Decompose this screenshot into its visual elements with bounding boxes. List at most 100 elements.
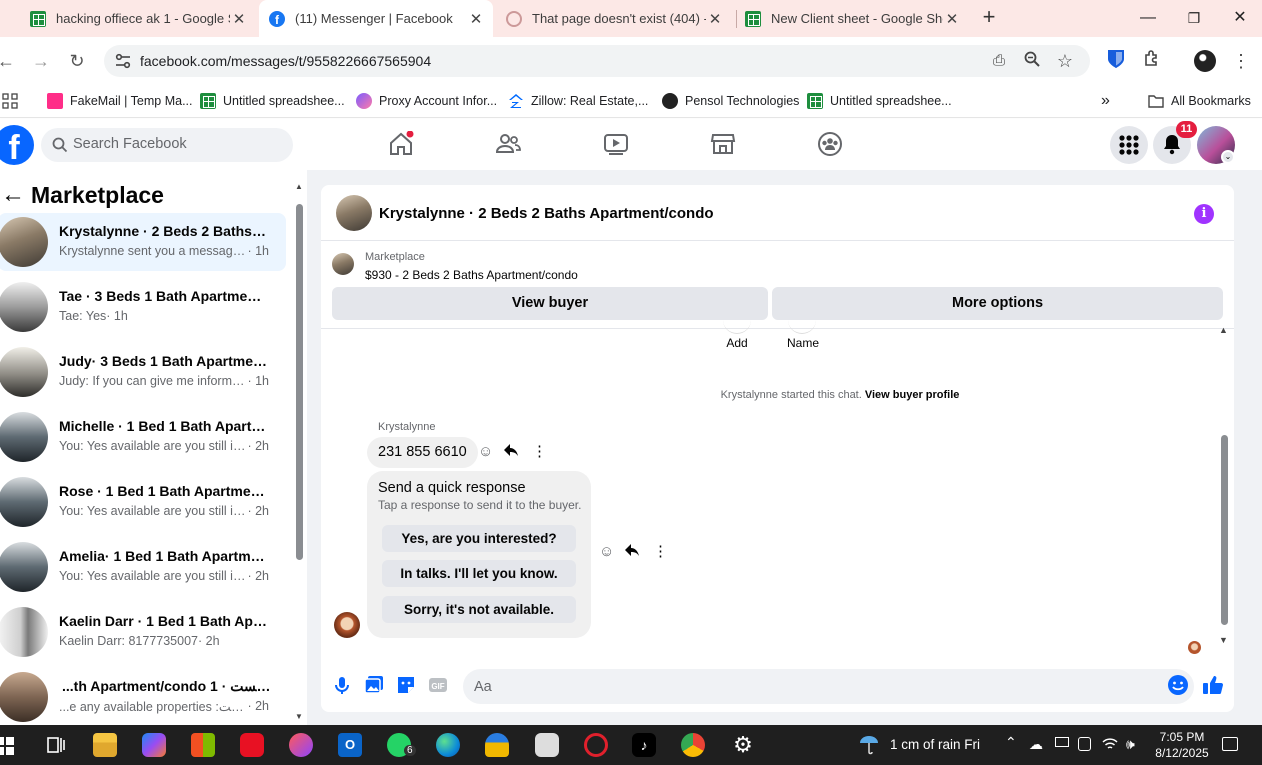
address-bar[interactable]: facebook.com/messages/t/9558226667565904…: [104, 45, 1090, 77]
listing-title[interactable]: $930 - 2 Beds 2 Baths Apartment/condo: [365, 268, 578, 282]
minimize-button[interactable]: —: [1136, 6, 1160, 30]
view-buyer-button[interactable]: View buyer: [332, 287, 768, 320]
device-icon[interactable]: [1078, 737, 1091, 751]
extensions-icon[interactable]: [1140, 49, 1164, 73]
close-tab-icon[interactable]: ✕: [230, 10, 248, 28]
react-icon[interactable]: ☺: [478, 443, 493, 460]
quick-response-button[interactable]: Sorry, it's not available.: [382, 596, 576, 623]
scroll-up-icon[interactable]: ▲: [1219, 325, 1228, 335]
sender-avatar[interactable]: [334, 612, 360, 638]
copilot-icon[interactable]: [142, 733, 166, 757]
scroll-down-icon[interactable]: ▼: [1219, 635, 1228, 645]
conversation-item[interactable]: Michelle · 1 Bed 1 Bath Apartment/condo …: [0, 408, 286, 466]
close-tab-icon[interactable]: ✕: [467, 10, 485, 28]
chat-avatar[interactable]: [336, 195, 372, 231]
notification-center-icon[interactable]: [1222, 737, 1238, 751]
windows-start-icon[interactable]: [0, 737, 14, 755]
monitor-icon[interactable]: [1055, 737, 1069, 747]
sidebar-scrollbar[interactable]: ▲ ▼: [294, 182, 304, 724]
close-tab-icon[interactable]: ✕: [943, 10, 961, 28]
conversation-item[interactable]: Amelia· 1 Bed 1 Bath Apartment/condo You…: [0, 538, 286, 596]
more-actions-icon[interactable]: ⋮: [653, 542, 668, 560]
search-input[interactable]: [73, 136, 273, 152]
conversation-item[interactable]: ...th Apartment/condo 1 · سيليست ...e an…: [0, 668, 286, 726]
chrome-icon[interactable]: [681, 733, 705, 757]
scroll-down-icon[interactable]: ▼: [295, 712, 303, 721]
message-input[interactable]: [463, 669, 1194, 704]
file-explorer-icon[interactable]: [93, 733, 117, 757]
profile-avatar[interactable]: [1193, 49, 1217, 73]
apps-icon[interactable]: [2, 90, 18, 112]
settings-icon[interactable]: ⚙: [731, 733, 755, 757]
opera-icon[interactable]: [584, 733, 608, 757]
info-icon[interactable]: i: [1194, 204, 1214, 224]
scrollbar-thumb[interactable]: [296, 204, 303, 560]
tiktok-icon[interactable]: ♪: [632, 733, 656, 757]
more-options-button[interactable]: More options: [772, 287, 1223, 320]
forward-button[interactable]: →: [29, 49, 53, 73]
view-buyer-profile-link[interactable]: View buyer profile: [865, 389, 960, 401]
listing-thumbnail[interactable]: [332, 253, 354, 275]
more-bookmarks-icon[interactable]: »: [1101, 90, 1110, 112]
chrome-menu-icon[interactable]: ⋮: [1229, 49, 1253, 73]
bookmark-star-icon[interactable]: ☆: [1055, 51, 1075, 71]
marketplace-icon[interactable]: [710, 131, 736, 157]
video-icon[interactable]: [603, 131, 629, 157]
react-icon[interactable]: ☺: [599, 543, 614, 560]
chevron-up-icon[interactable]: ⌃: [1005, 734, 1017, 751]
conversation-item[interactable]: Krystalynne · 2 Beds 2 Baths Apartment/c…: [0, 213, 286, 271]
volume-icon[interactable]: 🕪: [1126, 736, 1135, 753]
add-action-label[interactable]: Add: [721, 336, 753, 350]
account-avatar[interactable]: ⌄: [1197, 126, 1235, 164]
bookmark-untitled-spreadsheet-1[interactable]: Untitled spreadshee...: [200, 90, 345, 112]
reload-button[interactable]: ↻: [65, 49, 89, 73]
photo-icon[interactable]: [363, 674, 385, 696]
chat-title[interactable]: Krystalynne · 2 Beds 2 Baths Apartment/c…: [379, 205, 714, 222]
name-action-label[interactable]: Name: [783, 336, 823, 350]
app-icon[interactable]: [289, 733, 313, 757]
menu-button[interactable]: [1110, 126, 1148, 164]
more-actions-icon[interactable]: ⋮: [532, 442, 547, 460]
tab-hacking-office[interactable]: hacking offiece ak 1 - Google Sh ✕: [20, 0, 258, 37]
bookmark-pensol[interactable]: Pensol Technologies: [662, 90, 799, 112]
sticker-icon[interactable]: [395, 674, 417, 696]
weather-text[interactable]: 1 cm of rain Fri: [890, 737, 980, 752]
task-view-icon[interactable]: [44, 733, 68, 757]
cloud-icon[interactable]: ☁: [1029, 736, 1043, 753]
install-app-icon[interactable]: ⎙: [989, 51, 1009, 71]
facebook-logo[interactable]: f: [0, 125, 34, 165]
badge-app-icon[interactable]: [485, 733, 509, 757]
gif-icon[interactable]: GIF: [427, 674, 449, 696]
site-info-icon[interactable]: [114, 52, 132, 70]
like-icon[interactable]: [1202, 674, 1224, 696]
home-icon[interactable]: [388, 131, 414, 157]
back-arrow-icon[interactable]: ←: [1, 181, 31, 209]
reply-icon[interactable]: [624, 543, 640, 561]
bookmark-fakemail[interactable]: FakeMail | Temp Ma...: [47, 90, 193, 112]
tab-new-client-sheet[interactable]: New Client sheet - Google Shee ✕: [735, 0, 971, 37]
message-bubble[interactable]: 231 855 6610: [367, 437, 478, 468]
conversation-item[interactable]: Kaelin Darr · 1 Bed 1 Bath Apartment/con…: [0, 603, 286, 661]
bookmark-untitled-spreadsheet-2[interactable]: Untitled spreadshee...: [807, 90, 952, 112]
bitwarden-icon[interactable]: [1104, 49, 1128, 73]
conversation-item[interactable]: Rose · 1 Bed 1 Bath Apartment/condo You:…: [0, 473, 286, 531]
edge-icon[interactable]: [436, 733, 460, 757]
tab-404[interactable]: That page doesn't exist (404) - F ✕: [496, 0, 734, 37]
bookmark-proxy-account[interactable]: Proxy Account Infor...: [356, 90, 497, 112]
scrollbar-thumb[interactable]: [1221, 435, 1228, 625]
conversation-item[interactable]: Tae · 3 Beds 1 Bath Apartment/condo Tae:…: [0, 278, 286, 336]
microsoft-store-icon[interactable]: [191, 733, 215, 757]
restore-button[interactable]: ❐: [1182, 6, 1206, 30]
facebook-search[interactable]: [41, 128, 293, 162]
new-tab-button[interactable]: +: [978, 6, 1000, 30]
url-text[interactable]: facebook.com/messages/t/9558226667565904: [140, 53, 431, 69]
scroll-up-icon[interactable]: ▲: [295, 182, 303, 191]
emoji-icon[interactable]: [1167, 674, 1189, 696]
system-clock[interactable]: 7:05 PM 8/12/2025: [1144, 729, 1220, 761]
back-button[interactable]: ←: [0, 49, 18, 73]
reply-icon[interactable]: [503, 443, 519, 461]
all-bookmarks-button[interactable]: All Bookmarks: [1148, 90, 1251, 112]
whatsapp-icon[interactable]: 6: [387, 733, 416, 757]
wifi-icon[interactable]: [1102, 737, 1118, 751]
groups-icon[interactable]: [817, 131, 843, 157]
